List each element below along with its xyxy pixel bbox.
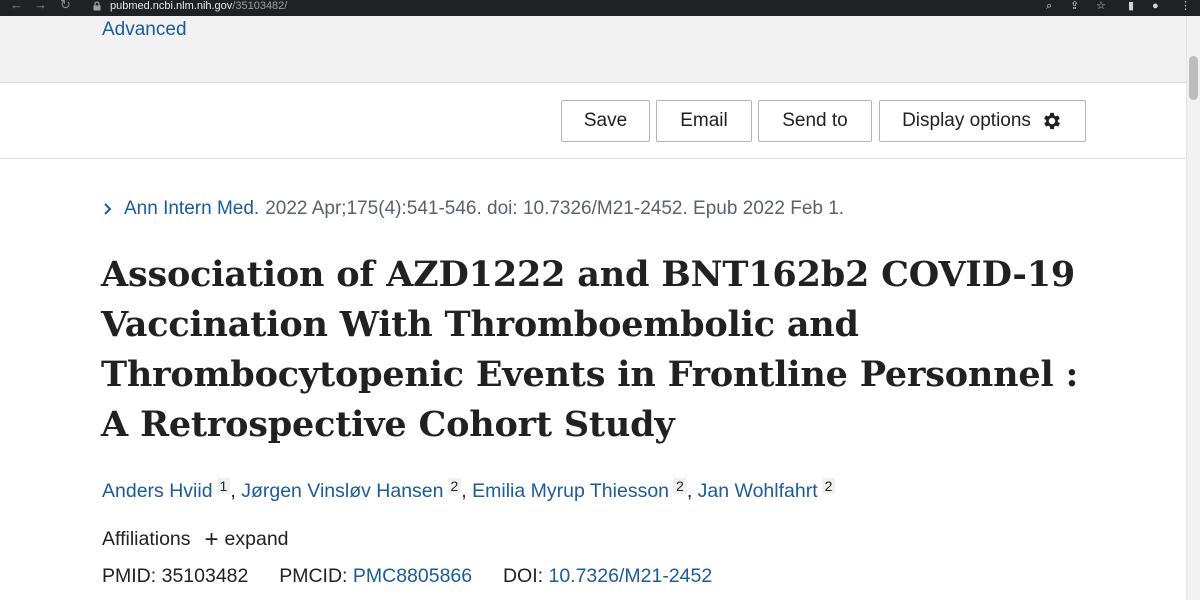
lock-icon — [93, 1, 101, 11]
affiliations-label: Affiliations — [102, 528, 191, 550]
forward-icon[interactable]: → — [34, 0, 47, 12]
pmid-value: 35103482 — [161, 565, 249, 587]
bookmark-star-icon[interactable]: ☆ — [1096, 0, 1106, 12]
pmcid-link[interactable]: PMC8805866 — [353, 565, 472, 587]
author-link[interactable]: Jørgen Vinsløv Hansen — [241, 480, 443, 502]
affiliation-number[interactable]: 2 — [821, 478, 836, 494]
browser-toolbar: ← → ↻ pubmed.ncbi.nlm.nih.gov/35103482/ … — [0, 0, 1200, 16]
affiliation-number[interactable]: 1 — [216, 478, 231, 494]
zoom-icon[interactable]: ⌕ — [1046, 0, 1052, 12]
author-link[interactable]: Jan Wohlfahrt — [698, 480, 818, 502]
citation-details: 2022 Apr;175(4):541-546. doi: 10.7326/M2… — [265, 198, 845, 219]
reload-icon[interactable]: ↻ — [60, 0, 71, 13]
url-path: /35103482/ — [232, 0, 288, 12]
search-header: Advanced — [0, 16, 1186, 83]
article-title: Association of AZD1222 and BNT162b2 COVI… — [101, 254, 1079, 445]
back-icon[interactable]: ← — [10, 0, 23, 12]
display-options-label: Display options — [902, 110, 1031, 131]
url-host: pubmed.ncbi.nlm.nih.gov — [110, 0, 233, 12]
send-to-button[interactable]: Send to — [758, 100, 872, 142]
article-actions-bar: Save Email Send to Display options — [0, 83, 1186, 159]
plus-icon[interactable]: + — [205, 527, 219, 551]
display-options-button[interactable]: Display options — [879, 100, 1086, 142]
chevron-right-icon[interactable] — [102, 201, 114, 217]
affiliation-number[interactable]: 2 — [673, 478, 687, 494]
email-button[interactable]: Email — [656, 100, 752, 142]
expand-affiliations-link[interactable]: expand — [225, 528, 289, 551]
pmcid-label: PMCID: — [279, 565, 348, 587]
page-scrollbar[interactable] — [1186, 16, 1200, 600]
pmid-label: PMID: — [102, 565, 157, 587]
gear-icon — [1044, 112, 1060, 130]
advanced-search-link[interactable]: Advanced — [102, 19, 187, 41]
menu-icon[interactable]: ⋮ — [1180, 0, 1191, 12]
journal-name-link[interactable]: Ann Intern Med. — [124, 198, 259, 220]
address-bar[interactable]: pubmed.ncbi.nlm.nih.gov/35103482/ — [110, 0, 287, 12]
scrollbar-thumb[interactable] — [1189, 56, 1198, 100]
author-link[interactable]: Anders Hviid — [102, 480, 213, 502]
sidebar-icon[interactable]: ▮ — [1128, 0, 1134, 12]
affiliation-number[interactable]: 2 — [447, 478, 462, 494]
affiliations-toggle: Affiliations + expand — [102, 527, 289, 551]
save-button[interactable]: Save — [561, 100, 650, 142]
author-separator: , — [461, 480, 473, 502]
journal-citation: Ann Intern Med. 2022 Apr;175(4):541-546.… — [102, 198, 844, 220]
author-separator: , — [230, 480, 242, 502]
share-icon[interactable]: ⇪ — [1070, 0, 1079, 12]
doi-link[interactable]: 10.7326/M21-2452 — [548, 565, 712, 587]
author-link[interactable]: Emilia Myrup Thiesson — [472, 480, 669, 502]
doi-label: DOI: — [502, 565, 544, 587]
author-separator: , — [686, 480, 698, 502]
author-list: Anders Hviid 1, Jørgen Vinsløv Hansen 2, E… — [102, 478, 836, 503]
profile-icon[interactable]: ● — [1152, 0, 1159, 12]
article-identifiers: PMID: 35103482 PMCID: PMC8805866 DOI: 10… — [102, 565, 712, 588]
